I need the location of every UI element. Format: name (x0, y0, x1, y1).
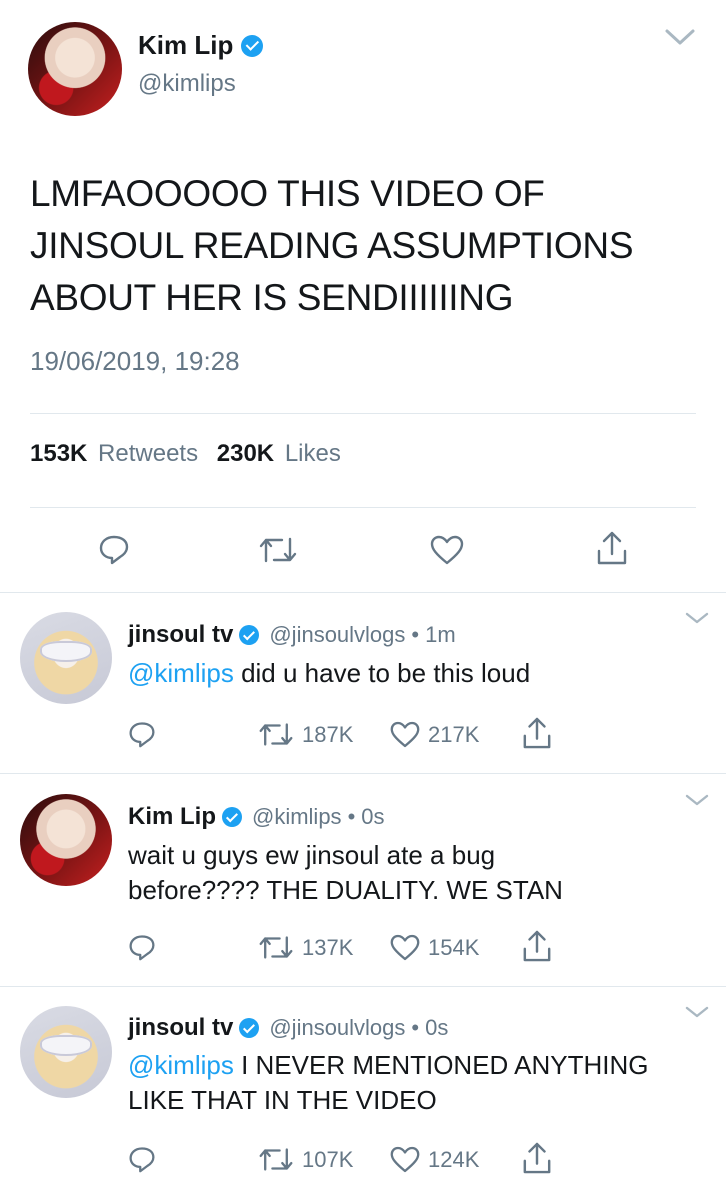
reply-icon[interactable] (98, 533, 130, 565)
retweet-icon[interactable] (258, 535, 298, 565)
chevron-down-icon[interactable] (664, 26, 696, 48)
reply-avatar[interactable] (20, 612, 112, 704)
tweet-text-line: LMFAOOOOO THIS VIDEO OF (30, 173, 545, 214)
verified-badge-icon (239, 1018, 260, 1038)
likes-label[interactable]: Likes (285, 440, 341, 467)
heart-icon (390, 934, 420, 961)
reply-time[interactable]: 0s (361, 804, 384, 830)
verified-badge-icon (239, 625, 260, 645)
retweets-count[interactable]: 153K (30, 440, 87, 467)
share-icon[interactable] (522, 929, 552, 963)
reply-author-name[interactable]: Kim Lip (128, 803, 216, 831)
reply-header: jinsoul tv @jinsoulvlogs • 0s (128, 1014, 448, 1042)
heart-icon[interactable] (430, 535, 464, 565)
reply-text-line: did u have to be this loud (233, 658, 531, 688)
reply-avatar[interactable] (20, 1006, 112, 1098)
tweet-text-line: JINSOUL READING ASSUMPTIONS (30, 225, 634, 266)
reply-icon[interactable] (128, 933, 156, 961)
like-stat[interactable]: 217K (390, 721, 479, 748)
tweet-text: LMFAOOOOO THIS VIDEO OF JINSOUL READING … (30, 168, 634, 324)
share-icon[interactable] (522, 716, 552, 750)
reply-author-handle[interactable]: @kimlips (252, 804, 342, 830)
reply-time[interactable]: 1m (425, 622, 456, 648)
like-stat[interactable]: 154K (390, 934, 479, 961)
verified-badge-icon (222, 807, 242, 827)
divider (30, 413, 696, 414)
tweet-stats: 153K Retweets 230K Likes (30, 440, 341, 468)
chevron-down-icon[interactable] (684, 1004, 710, 1020)
divider (0, 773, 726, 774)
likes-count[interactable]: 230K (217, 440, 274, 467)
tweet-text-line: ABOUT HER IS SENDIIIIIING (30, 277, 514, 318)
author-name-row: Kim Lip (138, 30, 264, 61)
reply-author-handle[interactable]: @jinsoulvlogs (269, 1015, 405, 1041)
mention-link[interactable]: @kimlips (128, 1050, 234, 1080)
reply-icon[interactable] (128, 720, 156, 748)
like-stat[interactable]: 124K (390, 1146, 479, 1173)
reply-text: @kimlips did u have to be this loud (128, 656, 708, 691)
verified-badge-icon (241, 34, 264, 57)
reply-header: Kim Lip @kimlips • 0s (128, 803, 385, 831)
retweet-count: 107K (302, 1146, 354, 1172)
like-count: 217K (428, 721, 480, 747)
reply-header: jinsoul tv @jinsoulvlogs • 1m (128, 621, 456, 649)
heart-icon (390, 721, 420, 748)
share-icon[interactable] (522, 1141, 552, 1175)
tweet-timestamp[interactable]: 19/06/2019, 19:28 (30, 346, 240, 377)
reply-avatar[interactable] (20, 794, 112, 886)
reply-time[interactable]: 0s (425, 1015, 448, 1041)
chevron-down-icon[interactable] (684, 792, 710, 808)
divider (0, 592, 726, 593)
retweet-stat[interactable]: 187K (258, 721, 353, 748)
retweet-count: 137K (302, 934, 354, 960)
reply-author-name[interactable]: jinsoul tv (128, 621, 233, 649)
retweets-label[interactable]: Retweets (98, 440, 198, 467)
reply-author-handle[interactable]: @jinsoulvlogs (269, 622, 405, 648)
separator-dot: • (411, 1015, 420, 1040)
reply-text-line: before???? THE DUALITY. WE STAN (128, 875, 563, 905)
reply-author-name[interactable]: jinsoul tv (128, 1014, 233, 1042)
reply-text: wait u guys ew jinsoul ate a bug before?… (128, 838, 708, 908)
reply-text-line: wait u guys ew jinsoul ate a bug (128, 840, 496, 870)
chevron-down-icon[interactable] (684, 610, 710, 626)
retweet-count: 187K (302, 721, 354, 747)
reply-text-line: LIKE THAT IN THE VIDEO (128, 1085, 437, 1115)
divider (0, 986, 726, 987)
reply-text-line: I NEVER MENTIONED ANYTHING (233, 1050, 649, 1080)
retweet-icon (258, 1146, 294, 1173)
mention-link[interactable]: @kimlips (128, 658, 234, 688)
share-icon[interactable] (596, 530, 628, 566)
retweet-icon (258, 721, 294, 748)
heart-icon (390, 1146, 420, 1173)
retweet-stat[interactable]: 107K (258, 1146, 353, 1173)
separator-dot: • (347, 804, 356, 829)
reply-icon[interactable] (128, 1145, 156, 1173)
like-count: 154K (428, 934, 480, 960)
divider (30, 507, 696, 508)
reply-text: @kimlips I NEVER MENTIONED ANYTHING LIKE… (128, 1048, 718, 1118)
author-avatar[interactable] (28, 22, 122, 116)
retweet-icon (258, 934, 294, 961)
retweet-stat[interactable]: 137K (258, 934, 353, 961)
author-handle[interactable]: @kimlips (138, 70, 236, 98)
author-name[interactable]: Kim Lip (138, 30, 233, 61)
like-count: 124K (428, 1146, 480, 1172)
separator-dot: • (411, 622, 420, 647)
